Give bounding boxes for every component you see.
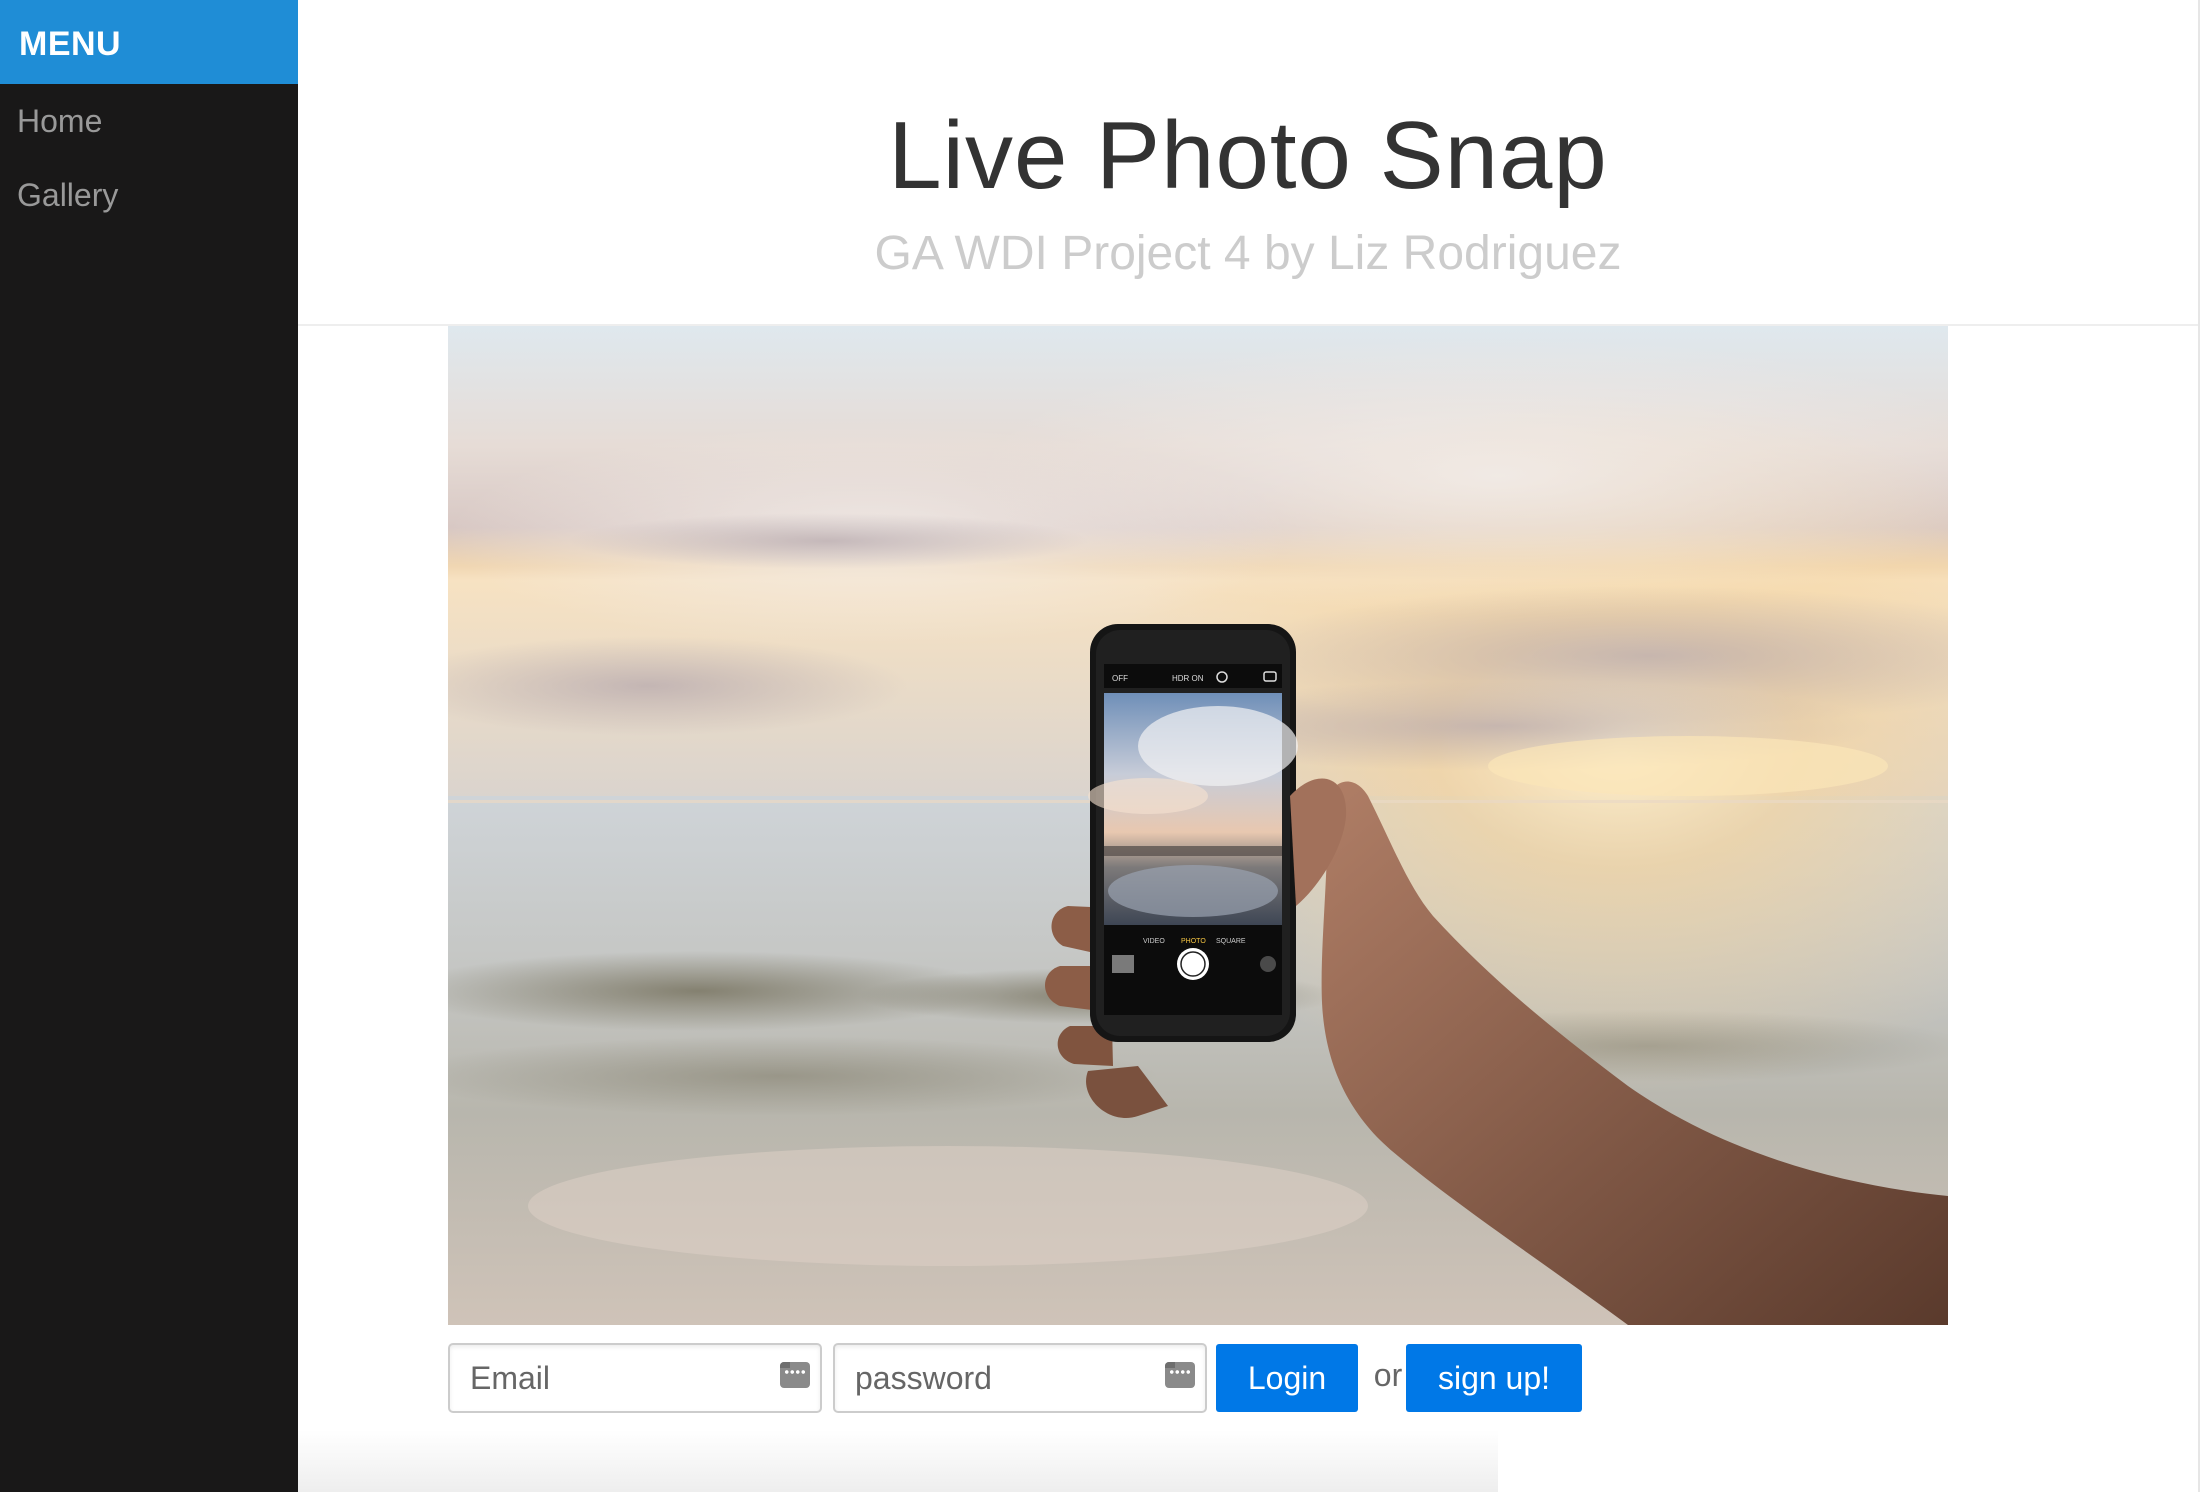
email-input[interactable]: [450, 1345, 820, 1411]
sidebar: MENU Home Gallery: [0, 0, 298, 1492]
page-title: Live Photo Snap: [888, 102, 1608, 209]
or-text: or: [1373, 1357, 1403, 1393]
phone-mode-photo: PHOTO: [1181, 938, 1206, 945]
login-form: Login or sign up!: [448, 1343, 1748, 1415]
phone-mode-video: VIDEO: [1143, 938, 1165, 945]
page-header: Live Photo Snap GA WDI Project 4 by Liz …: [298, 0, 2198, 326]
window-edge-line: [2198, 0, 2200, 1492]
phone-hdr-label: HDR ON: [1172, 674, 1204, 683]
password-input[interactable]: [835, 1345, 1205, 1411]
sidebar-list-entry: Home: [0, 84, 298, 158]
login-button[interactable]: Login: [1216, 1344, 1358, 1412]
sidebar-list-entry: Gallery: [0, 158, 298, 232]
email-field: [448, 1343, 822, 1413]
phone-mode-square: SQUARE: [1216, 938, 1246, 945]
signup-button[interactable]: sign up!: [1406, 1344, 1582, 1412]
page-subtitle: GA WDI Project 4 by Liz Rodriguez: [874, 227, 1622, 280]
sidebar-list: Home Gallery: [0, 84, 298, 232]
sidebar-item-home[interactable]: Home: [0, 84, 298, 158]
page: MENU Home Gallery Live Photo Snap GA WDI…: [0, 0, 2204, 1492]
hero-photo: OFF HDR ON VIDEO PHOTO SQUARE: [448, 326, 1948, 1325]
phone-flash-label: OFF: [1112, 674, 1128, 683]
password-field: [833, 1343, 1207, 1413]
bottom-fade: [298, 1430, 1498, 1492]
menu-heading[interactable]: MENU: [0, 0, 298, 84]
hero-photo-illustration: OFF HDR ON VIDEO PHOTO SQUARE: [448, 326, 1948, 1325]
sidebar-item-gallery[interactable]: Gallery: [0, 158, 298, 232]
